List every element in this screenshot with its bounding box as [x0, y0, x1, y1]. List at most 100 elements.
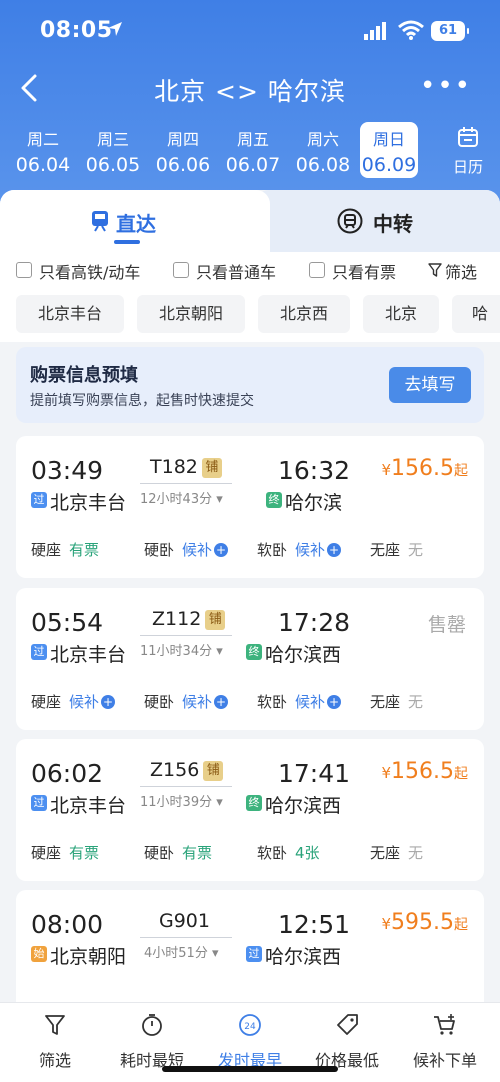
seat-info[interactable]: 硬座 候补 + [31, 691, 116, 712]
add-waitlist-icon[interactable]: + [214, 543, 229, 557]
prefill-button[interactable]: 去填写 [389, 367, 471, 403]
arrival-station: 哈尔滨西 [265, 946, 342, 968]
tab-direct[interactable]: 直达 [0, 190, 270, 252]
price: ¥156.5起 [381, 759, 468, 784]
seat-availability: 硬座 候补 + 硬卧 候补 + 软卧 候补 + 无座无 [16, 691, 484, 715]
filter-label[interactable]: 筛选 [445, 259, 477, 283]
sort-shortest-button[interactable]: 耗时最短 [102, 1013, 202, 1071]
price-currency: ¥ [381, 915, 392, 933]
seat-info[interactable]: 硬卧 候补 + [144, 691, 229, 712]
add-waitlist-icon[interactable]: + [214, 695, 229, 709]
seat-info: 硬座 有票 [31, 842, 99, 863]
clock-24-icon: 24 [239, 1014, 261, 1036]
terminal-badge: 终 [246, 644, 262, 660]
price-suffix: 起 [454, 463, 468, 479]
berth-tag: 铺 [201, 458, 222, 478]
arrival-time: 12:51 [278, 910, 351, 939]
tab-transfer[interactable]: 中转 [255, 190, 500, 252]
station-chip[interactable]: 北京西 [258, 295, 350, 333]
seat-status: 无 [408, 693, 424, 711]
price-currency: ¥ [381, 764, 392, 782]
date-weekday: 周日 [372, 130, 405, 149]
pass-through-badge: 过 [31, 644, 47, 660]
date-tab-selected[interactable]: 周日 06.09 [360, 122, 418, 178]
back-arrow-icon[interactable] [16, 72, 44, 104]
train-icon [92, 211, 108, 232]
high-speed-label[interactable]: 只看高铁/动车 [39, 259, 140, 283]
seat-type: 硬座 [31, 844, 62, 862]
seat-info[interactable]: 软卧 候补 + [257, 539, 342, 560]
terminal-badge: 终 [246, 795, 262, 811]
add-waitlist-icon[interactable]: + [327, 543, 342, 557]
departure-station: 北京丰台 [50, 492, 127, 514]
filter-icon [45, 1015, 65, 1035]
route-line [140, 635, 232, 636]
date-tab[interactable]: 周六 06.08 [290, 122, 356, 178]
sort-cheapest-button[interactable]: 价格最低 [297, 1013, 397, 1071]
seat-info: 无座无 [370, 691, 423, 712]
duration: 4小时51分 ▾ [144, 942, 219, 961]
clock-24-text: 24 [244, 1022, 256, 1032]
train-card[interactable]: 06:02 Z156 铺 11小时39分 ▾ 17:41 过 北京丰台 终 哈尔滨… [16, 739, 484, 881]
station-chip[interactable]: 北京丰台 [16, 295, 124, 333]
calendar-button[interactable]: 日历 [448, 126, 488, 176]
duration: 11小时34分 ▾ [140, 640, 223, 659]
tab-transfer-label: 中转 [373, 212, 413, 236]
terminal-badge: 终 [266, 492, 282, 508]
departure-time: 05:54 [31, 608, 104, 637]
departure-station: 北京丰台 [50, 795, 127, 817]
train-number: G901 [159, 910, 259, 934]
tab-direct-label: 直达 [116, 212, 156, 236]
origin-badge: 始 [31, 946, 47, 962]
train-card[interactable]: 05:54 Z112 铺 11小时34分 ▾ 17:28 过 北京丰台 终 哈尔滨… [16, 588, 484, 730]
duration: 11小时39分 ▾ [140, 791, 223, 810]
filter-icon[interactable] [428, 263, 442, 277]
regular-train-checkbox[interactable] [173, 262, 189, 278]
available-only-label[interactable]: 只看有票 [332, 259, 396, 283]
cellular-signal-icon [364, 22, 386, 40]
station-chip[interactable]: 北京朝阳 [137, 295, 245, 333]
train-card[interactable]: 03:49 T182 铺 12小时43分 ▾ 16:32 过 北京丰台 终 哈尔滨… [16, 436, 484, 578]
station-chip[interactable]: 哈 [452, 295, 500, 333]
arrival-station: 哈尔滨 [285, 492, 343, 514]
seat-info[interactable]: 软卧 候补 + [257, 691, 342, 712]
duration-text: 12小时43分 [140, 492, 213, 507]
date-tab[interactable]: 周四 06.06 [150, 122, 216, 178]
waitlist-order-button[interactable]: 候补下单 [395, 1013, 495, 1071]
seat-status: 候补 [182, 541, 213, 559]
regular-train-label[interactable]: 只看普通车 [196, 259, 276, 283]
add-waitlist-icon[interactable]: + [101, 695, 116, 709]
sort-earliest-button[interactable]: 24 发时最早 [200, 1013, 300, 1071]
seat-info: 无座无 [370, 539, 423, 560]
arrival-time: 17:28 [278, 608, 351, 637]
date-tab[interactable]: 周三 06.05 [80, 122, 146, 178]
date-tab[interactable]: 周二 06.04 [10, 122, 76, 178]
prefill-subtitle: 提前填写购票信息，起售时快速提交 [30, 393, 254, 409]
route-title: 北京 <> 哈尔滨 [154, 77, 346, 106]
departure-station: 北京朝阳 [50, 946, 127, 968]
date-weekday: 周五 [236, 130, 269, 149]
seat-info[interactable]: 硬卧 候补 + [144, 539, 229, 560]
sort-filter-label: 筛选 [38, 1051, 71, 1070]
available-only-checkbox[interactable] [309, 262, 325, 278]
train-number: T182 铺 [150, 456, 250, 480]
date-tab[interactable]: 周五 06.07 [220, 122, 286, 178]
date-selector: 周二 06.04 周三 06.05 周四 06.06 周五 06.07 周六 06.08 … [8, 122, 420, 178]
train-number: Z112 铺 [152, 608, 252, 632]
add-waitlist-icon[interactable]: + [327, 695, 342, 709]
duration: 12小时43分 ▾ [140, 488, 223, 507]
calendar-label: 日历 [452, 158, 483, 176]
berth-tag: 铺 [205, 610, 226, 630]
station-chip[interactable]: 北京 [363, 295, 439, 333]
arrival-time: 16:32 [278, 456, 351, 485]
date-weekday: 周四 [166, 130, 199, 149]
date-value: 06.04 [15, 154, 71, 176]
tab-active-indicator [114, 240, 140, 244]
seat-status: 4张 [295, 844, 320, 862]
stopwatch-icon [142, 1014, 162, 1036]
more-options-icon[interactable]: ••• [420, 73, 470, 100]
seat-type: 软卧 [257, 693, 288, 711]
seat-status: 无 [408, 844, 424, 862]
high-speed-checkbox[interactable] [16, 262, 32, 278]
sort-filter-button[interactable]: 筛选 [5, 1013, 105, 1071]
